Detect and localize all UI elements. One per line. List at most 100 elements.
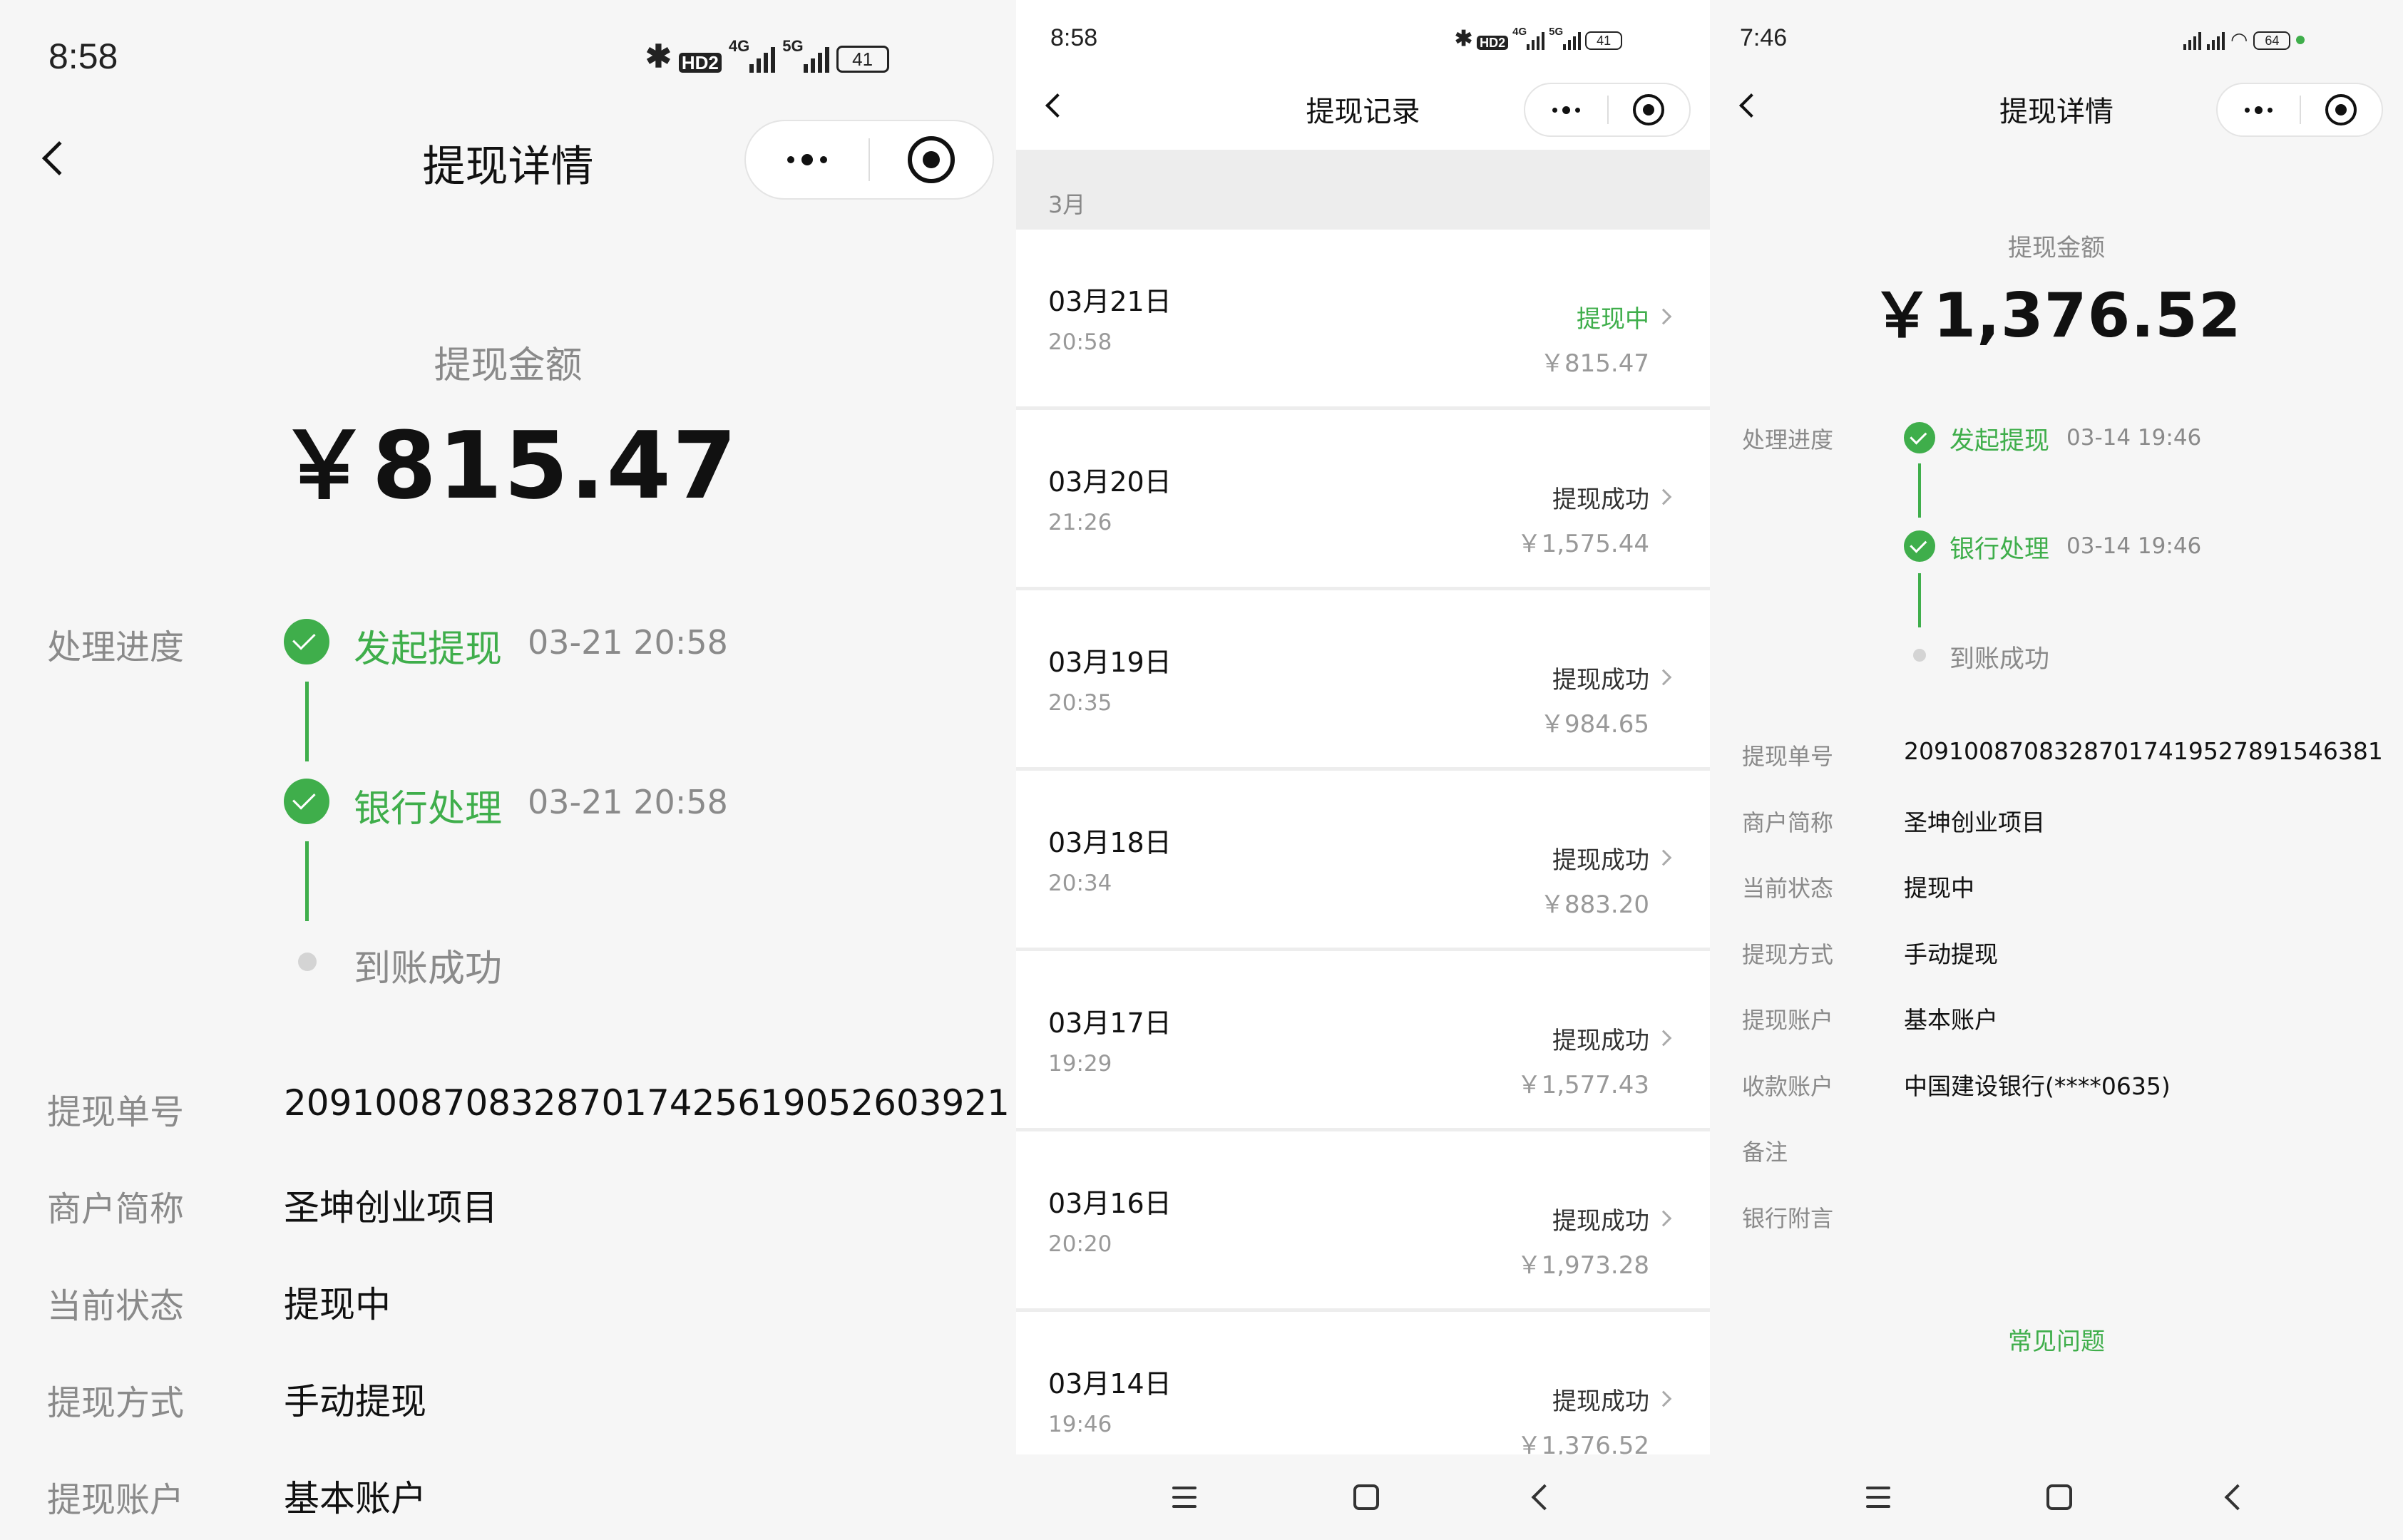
withdraw-records-screen: 8:58 ✱ HD2 4G 5G 41 提现记录 3月 03月21日 20:58 提… [1016, 0, 1710, 1540]
step-bank-processing: 银行处理 [354, 788, 503, 831]
step-bank-processing: 银行处理 [1949, 535, 2050, 564]
bluetooth-icon: ✱ [1455, 27, 1473, 51]
step-initiated-time: 03-21 20:58 [528, 623, 728, 662]
status-time: 8:58 [1050, 24, 1098, 51]
close-target-button[interactable] [870, 121, 993, 198]
field-label: 提现方式 [1742, 940, 1834, 968]
field-value: 提现中 [284, 1284, 391, 1325]
field-value: 基本账户 [1904, 1006, 1998, 1034]
system-nav-bar [1016, 1454, 1710, 1540]
field-value: 209100870832870174256190526039​21 [284, 1082, 1010, 1124]
pending-dot-icon [1913, 649, 1926, 662]
field-label: 当前状态 [1742, 875, 1834, 902]
field-label: 商户简称 [1742, 808, 1834, 836]
record-time: 20:35 [1048, 690, 1112, 716]
record-status: 提现中 [1577, 305, 1649, 334]
charging-dot-icon [2296, 36, 2305, 44]
record-date: 03月21日 [1048, 286, 1172, 317]
status-time: 8:58 [48, 36, 118, 76]
month-header: 3月 [1048, 191, 1086, 218]
wifi-icon: ◠ [2230, 29, 2248, 51]
record-time: 21:26 [1048, 510, 1112, 535]
more-icon[interactable] [2218, 84, 2300, 135]
field-label: 银行附言 [1742, 1204, 1834, 1232]
record-date: 03月17日 [1048, 1007, 1172, 1039]
status-icons: ✱ HD2 4G 5G 41 [645, 37, 889, 73]
record-date: 03月19日 [1048, 647, 1172, 678]
signal-2-icon [2207, 32, 2225, 50]
nav-bar: 提现详情 [0, 114, 1016, 200]
close-target-button[interactable] [1609, 84, 1689, 135]
record-date: 03月14日 [1048, 1368, 1172, 1400]
record-status: 提现成功 [1552, 666, 1649, 694]
progress-line [1918, 573, 1921, 627]
check-circle-icon [1904, 422, 1935, 453]
field-label: 提现账户 [1742, 1007, 1834, 1034]
home-icon[interactable] [1353, 1484, 1379, 1510]
amount-label: 提现金额 [2008, 234, 2105, 262]
home-icon[interactable] [2046, 1484, 2072, 1510]
target-icon [907, 136, 955, 183]
withdraw-detail-screen-large: 8:58 ✱ HD2 4G 5G 41 提现详情 提现金额 ￥815.47 处理… [0, 0, 1016, 1540]
record-row[interactable]: 03月16日 20:20 提现成功 ￥1,973.28 [1016, 1131, 1710, 1308]
progress-line [1918, 463, 1921, 518]
system-nav-bar [1710, 1454, 2403, 1540]
record-row[interactable]: 03月19日 20:35 提现成功 ￥984.65 [1016, 590, 1710, 767]
step-arrived: 到账成功 [1949, 645, 2050, 674]
record-status: 提现成功 [1552, 1207, 1649, 1236]
field-label: 备注 [1742, 1139, 1788, 1166]
chevron-right-icon [1655, 308, 1672, 325]
record-status: 提现成功 [1552, 1027, 1649, 1055]
field-label: 商户简称 [47, 1189, 185, 1229]
record-time: 20:20 [1048, 1231, 1112, 1257]
chevron-right-icon [1655, 1030, 1672, 1047]
mini-program-capsule [744, 120, 994, 200]
nav-bar: 提现详情 [1710, 78, 2403, 137]
hd-icon: HD2 [678, 53, 722, 73]
progress-label: 处理进度 [1742, 426, 1834, 453]
mini-program-capsule [2216, 83, 2383, 137]
network-4g-label: 4G [1512, 26, 1527, 38]
faq-link[interactable]: 常见问题 [1710, 1322, 2403, 1357]
record-amount: ￥815.47 [1540, 349, 1649, 378]
chevron-right-icon [1655, 488, 1672, 505]
record-time: 20:34 [1048, 871, 1112, 896]
record-amount: ￥1,973.28 [1517, 1251, 1649, 1280]
field-label: 提现方式 [47, 1383, 185, 1423]
field-value: 中国建设银行(****0635) [1904, 1072, 2171, 1100]
signal-5g-icon [803, 47, 829, 73]
field-value: 圣坤创业项目 [1904, 808, 2045, 836]
mini-program-capsule [1524, 83, 1691, 137]
field-label: 提现单号 [1742, 743, 1834, 770]
record-date: 03月20日 [1048, 466, 1172, 498]
record-row[interactable]: 03月21日 20:58 提现中 ￥815.47 [1016, 230, 1710, 406]
close-target-button[interactable] [2301, 84, 2382, 135]
network-5g-label: 5G [1549, 26, 1564, 38]
record-amount: ￥1,575.44 [1517, 530, 1649, 558]
menu-icon[interactable] [1866, 1487, 1890, 1508]
field-label: 当前状态 [47, 1286, 185, 1326]
signal-5g-icon [1563, 32, 1582, 50]
menu-icon[interactable] [1172, 1487, 1197, 1508]
system-back-icon[interactable] [1531, 1484, 1558, 1511]
progress-line [305, 841, 309, 921]
target-icon [2325, 94, 2357, 125]
record-row[interactable]: 03月17日 19:29 提现成功 ￥1,577.43 [1016, 951, 1710, 1128]
more-icon[interactable] [746, 121, 869, 198]
record-row[interactable]: 03月18日 20:34 提现成功 ￥883.20 [1016, 771, 1710, 948]
record-date: 03月16日 [1048, 1188, 1172, 1219]
check-circle-icon [1904, 530, 1935, 562]
record-amount: ￥883.20 [1540, 890, 1649, 919]
field-value: 提现中 [1904, 874, 1974, 902]
amount-label: 提现金额 [434, 344, 583, 387]
record-row[interactable]: 03月20日 21:26 提现成功 ￥1,575.44 [1016, 410, 1710, 587]
more-icon[interactable] [1525, 84, 1607, 135]
status-icons: ✱ HD2 4G 5G 41 [1455, 26, 1623, 51]
record-status: 提现成功 [1552, 846, 1649, 875]
signal-4g-icon [749, 47, 776, 73]
chevron-right-icon [1655, 1210, 1672, 1227]
field-label: 提现单号 [47, 1092, 185, 1132]
field-value: 手动提现 [1904, 940, 1998, 968]
record-status: 提现成功 [1552, 1387, 1649, 1416]
system-back-icon[interactable] [2224, 1484, 2251, 1511]
